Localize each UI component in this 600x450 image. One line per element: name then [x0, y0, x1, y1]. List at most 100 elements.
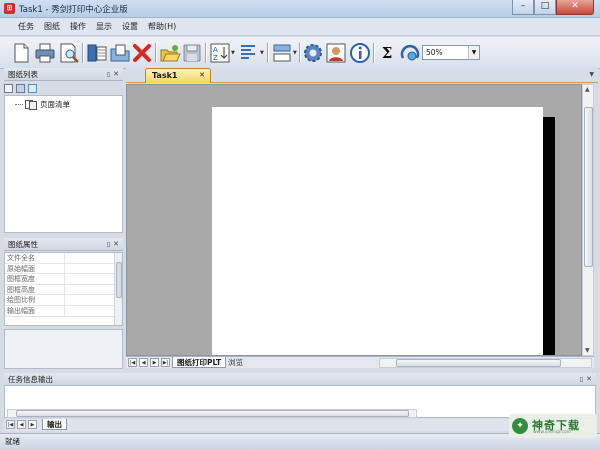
chevron-down-icon[interactable]: ▼: [589, 71, 594, 78]
scrollbar-thumb[interactable]: [396, 359, 561, 367]
scrollbar-thumb[interactable]: [116, 262, 122, 298]
close-icon[interactable]: ✕: [199, 69, 205, 82]
zoom-level-select[interactable]: 50% ▼: [422, 45, 480, 60]
close-icon[interactable]: ✕: [113, 238, 119, 251]
toolbar-separator: [82, 43, 83, 63]
align-dropdown-arrow[interactable]: ▼: [260, 51, 265, 56]
info-button[interactable]: [349, 42, 371, 64]
tab-print-plt[interactable]: 图纸打印PLT: [172, 357, 227, 368]
scroll-down-icon[interactable]: ▼: [585, 347, 590, 354]
menu-help[interactable]: 帮助(H): [143, 18, 181, 35]
layout-button[interactable]: [271, 42, 293, 64]
print-preview-icon: [60, 43, 79, 63]
drawing-props-title: 图纸属性: [8, 240, 38, 249]
output-horizontal-scrollbar[interactable]: [7, 409, 417, 418]
property-row[interactable]: 图框高度: [5, 284, 122, 296]
next-tab-button[interactable]: ▶: [28, 420, 37, 429]
sort-az-icon: AZ: [210, 43, 230, 63]
delete-button[interactable]: [131, 42, 153, 64]
canvas-vertical-scrollbar[interactable]: ▲ ▼: [582, 84, 594, 356]
info-icon: [350, 43, 370, 63]
site-watermark: ✦ 神奇下载 www.shenqi.com: [509, 414, 597, 438]
layout-dropdown-arrow[interactable]: ▼: [293, 51, 298, 56]
minimize-button[interactable]: –: [512, 0, 534, 15]
property-name: 文件全名: [5, 253, 65, 263]
printer-icon: [35, 43, 55, 63]
menu-task[interactable]: 任务: [13, 18, 39, 35]
property-name: 输出幅面: [5, 305, 65, 316]
toolbar-separator: [155, 43, 156, 63]
property-name: 绘图比例: [5, 295, 65, 305]
sort-button[interactable]: AZ: [209, 42, 231, 64]
align-icon: [241, 45, 255, 59]
scrollbar-thumb[interactable]: [584, 107, 593, 267]
drawing-canvas[interactable]: [126, 84, 582, 356]
menu-operation[interactable]: 操作: [65, 18, 91, 35]
zoom-button[interactable]: [399, 42, 421, 64]
menu-drawing[interactable]: 图纸: [39, 18, 65, 35]
property-scrollbar[interactable]: [114, 253, 122, 325]
print-preview-button[interactable]: [58, 42, 80, 64]
open-button[interactable]: [159, 42, 181, 64]
tab-output[interactable]: 输出: [42, 419, 67, 430]
import-folder-button[interactable]: [109, 42, 131, 64]
canvas-horizontal-scrollbar[interactable]: [379, 358, 592, 368]
page-icon[interactable]: [4, 84, 13, 93]
user-card-icon: [326, 43, 346, 63]
prev-sheet-button[interactable]: ◀: [139, 358, 148, 367]
property-description: [4, 329, 123, 369]
sort-dropdown-arrow[interactable]: ▼: [231, 51, 236, 56]
toolbar: AZ ▼ ▼ ▼ Σ 50% ▼: [0, 37, 600, 69]
maximize-button[interactable]: □: [534, 0, 556, 15]
zoom-level-value: 50%: [426, 48, 443, 57]
save-button[interactable]: [181, 42, 203, 64]
property-row[interactable]: 输出幅面: [5, 305, 122, 317]
pin-icon[interactable]: ▯: [107, 68, 110, 81]
new-document-icon: [14, 43, 29, 63]
delete-icon: [133, 44, 151, 62]
property-row[interactable]: 绘图比例: [5, 295, 122, 306]
settings-button[interactable]: [302, 42, 324, 64]
add-drawing-button[interactable]: [86, 42, 108, 64]
first-tab-button[interactable]: |◀: [6, 420, 15, 429]
align-button[interactable]: [237, 42, 259, 64]
drawing-list-toolbar: [4, 82, 37, 95]
scroll-up-icon[interactable]: ▲: [585, 86, 590, 93]
tab-label: Task1: [152, 71, 178, 80]
property-name: 图框高度: [5, 284, 65, 295]
close-window-button[interactable]: ✕: [556, 0, 594, 15]
property-row[interactable]: 图框宽度: [5, 274, 122, 285]
pin-icon[interactable]: ▯: [107, 238, 110, 251]
toolbar-separator: [267, 43, 268, 63]
statistics-button[interactable]: Σ: [376, 42, 398, 64]
tree-branch-line: [15, 104, 23, 105]
scrollbar-thumb[interactable]: [16, 410, 409, 417]
tab-task1[interactable]: Task1 ✕: [145, 68, 211, 83]
first-sheet-button[interactable]: |◀: [128, 358, 137, 367]
menu-settings[interactable]: 设置: [117, 18, 143, 35]
doc-icon[interactable]: [28, 84, 37, 93]
prev-tab-button[interactable]: ◀: [17, 420, 26, 429]
user-button[interactable]: [325, 42, 347, 64]
drawing-tree: 页面清单: [4, 95, 123, 233]
menu-display[interactable]: 显示: [91, 18, 117, 35]
print-button[interactable]: [34, 42, 56, 64]
watermark-logo-icon: ✦: [512, 418, 528, 434]
last-sheet-button[interactable]: ▶|: [161, 358, 170, 367]
book-icon[interactable]: [16, 84, 25, 93]
property-row[interactable]: 文件全名: [5, 253, 122, 264]
toolbar-separator: [299, 43, 300, 63]
save-disk-icon: [183, 44, 201, 62]
output-tab-bar: |◀ ◀ ▶ 输出: [4, 419, 596, 431]
paper-sheet[interactable]: [212, 107, 543, 355]
next-sheet-button[interactable]: ▶: [150, 358, 159, 367]
document-tabstrip: Task1 ✕ ▼: [126, 68, 598, 83]
new-task-button[interactable]: [10, 42, 32, 64]
tab-browse[interactable]: 浏览: [224, 357, 247, 368]
tree-node-page-list[interactable]: 页面清单: [15, 99, 70, 110]
layout-icon: [273, 44, 291, 62]
window-controls: – □ ✕: [512, 0, 594, 15]
property-row[interactable]: 原始幅面: [5, 263, 122, 275]
zoom-icon: [400, 44, 420, 61]
close-icon[interactable]: ✕: [113, 68, 119, 81]
